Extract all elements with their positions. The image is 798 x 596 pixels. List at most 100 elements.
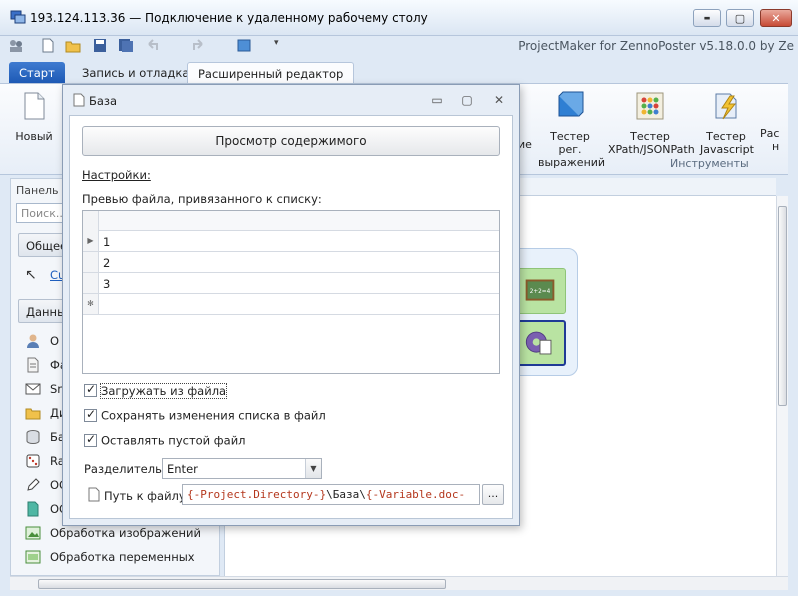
new-row-icon: ✻ xyxy=(83,294,99,314)
dice-icon xyxy=(26,454,40,468)
file-teal-icon xyxy=(27,501,39,517)
list-item[interactable]: Обработка изображений xyxy=(25,525,201,543)
checkbox-label: Загружать из файла xyxy=(99,382,228,399)
row-header xyxy=(83,252,99,272)
save-changes-checkbox[interactable]: Сохранять изменения списка в файл xyxy=(84,407,326,424)
cut-off-label-1: Рас xyxy=(760,127,780,140)
browse-button[interactable]: ... xyxy=(482,484,504,505)
checkbox-checked[interactable] xyxy=(84,407,97,422)
tab-advanced-editor[interactable]: Расширенный редактор xyxy=(187,62,355,84)
group-tools-label: Инструменты xyxy=(670,157,749,170)
list-item[interactable]: Ra xyxy=(25,453,65,471)
path-variable: {-Variable.doc- xyxy=(365,488,466,501)
file-icon xyxy=(27,357,39,373)
action-block-variable[interactable]: 2+2=4 xyxy=(514,268,566,314)
new-file-icon[interactable] xyxy=(40,38,56,53)
vertical-scroll-thumb[interactable] xyxy=(778,206,787,406)
image-icon xyxy=(25,526,41,540)
window-icon[interactable] xyxy=(236,38,252,53)
dialog-minimize-button[interactable]: ▭ xyxy=(429,93,445,107)
horizontal-scroll-thumb[interactable] xyxy=(38,579,446,589)
tab-record-debug[interactable]: Запись и отладка xyxy=(72,62,199,84)
redo-icon[interactable] xyxy=(190,38,206,53)
view-contents-button[interactable]: Просмотр содержимого xyxy=(82,126,500,156)
cursor-item[interactable]: ↖ Cu xyxy=(25,267,65,285)
javascript-tester-button[interactable]: Тестер Javascript xyxy=(700,90,754,156)
xpath-tester-label-2: XPath/JSONPath xyxy=(608,143,695,156)
javascript-tester-label-1: Тестер xyxy=(706,130,746,143)
checkbox-label: Сохранять изменения списка в файл xyxy=(101,408,326,423)
settings-link[interactable]: Настройки: xyxy=(82,168,151,182)
grid-cell[interactable]: 1 xyxy=(103,235,110,249)
maximize-icon: ▢ xyxy=(734,11,746,25)
dialog-close-button[interactable]: ✕ xyxy=(491,93,507,107)
table-row[interactable]: ▶ 1 xyxy=(83,231,499,252)
new-row[interactable]: ✻ xyxy=(83,294,499,315)
xpath-tester-button[interactable]: Тестер XPath/JSONPath xyxy=(608,90,695,156)
list-item[interactable]: Ди xyxy=(25,405,66,423)
separator-select[interactable]: Enter ▼ xyxy=(162,458,322,479)
close-icon: ✕ xyxy=(771,11,781,25)
list-item[interactable]: Обработка переменных xyxy=(25,549,195,567)
rdp-titlebar: 193.124.113.36 — Подключение к удаленном… xyxy=(0,0,798,36)
grid-cell[interactable]: 3 xyxy=(103,277,110,291)
xpath-tester-label-1: Тестер xyxy=(630,130,670,143)
action-block-list[interactable] xyxy=(514,320,566,366)
list-item[interactable]: Ба xyxy=(25,429,65,447)
row-selector-icon: ▶ xyxy=(83,231,99,251)
cut-off-ribbon-button[interactable]: Рас н xyxy=(760,127,788,153)
minimize-button[interactable]: ▬ xyxy=(693,9,721,27)
preview-grid[interactable]: ▶ 1 2 3 ✻ xyxy=(82,210,500,374)
list-item[interactable]: Фа xyxy=(25,357,67,375)
javascript-icon xyxy=(715,93,737,120)
separator-label: Разделитель: xyxy=(84,462,166,476)
people-icon[interactable] xyxy=(8,38,24,53)
app-title: ProjectMaker for ZennoPoster v5.18.0.0 b… xyxy=(518,39,794,53)
checkbox-checked[interactable] xyxy=(84,382,97,397)
close-button[interactable]: ✕ xyxy=(760,9,792,27)
chalkboard-icon: 2+2=4 xyxy=(525,279,555,301)
keep-empty-file-checkbox[interactable]: Оставлять пустой файл xyxy=(84,432,246,449)
table-row[interactable]: 2 xyxy=(83,252,499,273)
partial-button-label: ие xyxy=(518,138,532,151)
user-icon xyxy=(27,334,39,348)
grid-corner xyxy=(83,211,99,231)
grid-cell[interactable]: 2 xyxy=(103,256,110,270)
horizontal-scrollbar[interactable] xyxy=(10,576,788,590)
regex-tester-button[interactable]: Тестер рег. выражений xyxy=(538,90,606,169)
tab-start[interactable]: Старт xyxy=(9,62,65,84)
regex-tester-label-2: выражений xyxy=(538,156,606,169)
maximize-button[interactable]: ▢ xyxy=(726,9,754,27)
variable-icon xyxy=(25,550,41,564)
save-icon[interactable] xyxy=(92,38,108,53)
new-project-button[interactable]: Новый xyxy=(14,90,54,143)
email-icon xyxy=(25,383,41,395)
remote-desktop-icon xyxy=(10,10,26,24)
customize-qat-icon[interactable]: ▾ xyxy=(274,38,290,53)
list-item[interactable]: О xyxy=(25,333,59,351)
pen-icon xyxy=(27,478,40,491)
checkbox-checked[interactable] xyxy=(84,432,97,447)
preview-label: Превью файла, привязанного к списку: xyxy=(82,192,322,206)
vertical-scrollbar[interactable] xyxy=(776,196,788,576)
dialog-title: База xyxy=(89,94,118,108)
undo-icon[interactable] xyxy=(145,38,161,53)
dialog-maximize-button[interactable]: ▢ xyxy=(459,93,475,107)
dialog-body: Просмотр содержимого Настройки: Превью ф… xyxy=(69,115,513,519)
list-item[interactable]: Sn xyxy=(25,381,65,399)
save-all-icon[interactable] xyxy=(118,38,134,53)
file-path-icon xyxy=(88,487,100,502)
list-item[interactable]: OC xyxy=(25,477,67,495)
xpath-grid-icon xyxy=(636,92,664,120)
database-dialog: База ▭ ▢ ✕ Просмотр содержимого Настройк… xyxy=(62,84,520,526)
regex-tester-label-1: Тестер рег. xyxy=(550,130,590,156)
chevron-down-icon[interactable]: ▼ xyxy=(305,459,321,478)
folder-icon xyxy=(25,408,41,420)
table-row[interactable]: 3 xyxy=(83,273,499,294)
load-from-file-checkbox[interactable]: Загружать из файла xyxy=(84,382,228,399)
window-title: 193.124.113.36 — Подключение к удаленном… xyxy=(30,11,428,25)
list-item[interactable]: OC xyxy=(25,501,67,519)
file-path-input[interactable]: {-Project.Directory-}\База\{-Variable.do… xyxy=(182,484,480,505)
svg-text:2+2=4: 2+2=4 xyxy=(530,289,551,295)
open-folder-icon[interactable] xyxy=(65,38,81,53)
